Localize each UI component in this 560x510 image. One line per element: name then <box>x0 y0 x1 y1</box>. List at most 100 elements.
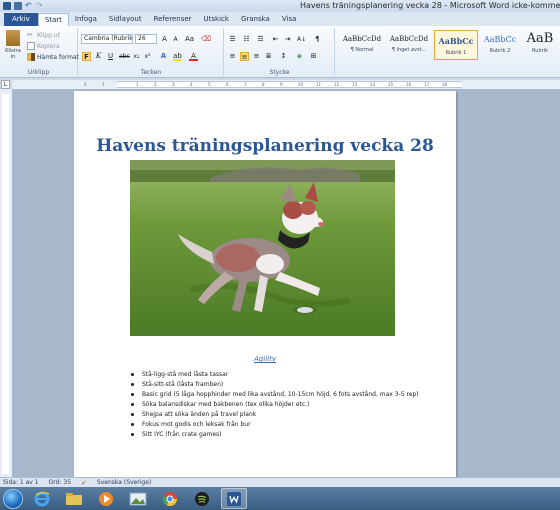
style-title[interactable]: AaB Rubrik <box>520 30 560 60</box>
text-effects-icon[interactable]: A <box>159 52 168 61</box>
media-player-glyph <box>99 491 113 506</box>
list-item[interactable]: Shejpa att söka änden på travel plank <box>131 410 419 420</box>
dog-photo-image <box>130 160 395 336</box>
section-heading[interactable]: Agility <box>74 355 456 363</box>
style-heading-1-preview: AaBbCc <box>438 36 474 46</box>
internet-explorer-glyph <box>34 491 50 506</box>
style-heading-1[interactable]: AaBbCc Rubrik 1 <box>434 30 478 60</box>
style-no-spacing[interactable]: AaBbCcDd ¶ Inget avst... <box>387 30 431 60</box>
italic-icon[interactable]: K <box>94 52 103 61</box>
save-icon[interactable] <box>14 2 22 10</box>
photos-icon[interactable] <box>125 488 151 509</box>
horizontal-ruler[interactable]: 2 1 1 2 3 4 5 6 7 8 9 10 11 12 13 14 15 … <box>12 80 560 89</box>
spotify-icon[interactable] <box>189 488 215 509</box>
proofing-icon[interactable]: ✓ <box>81 479 87 487</box>
tab-home[interactable]: Start <box>37 13 69 26</box>
shading-icon[interactable]: ◈ <box>295 52 304 61</box>
ruler-mark: 5 <box>208 82 211 87</box>
ruler-mark: 8 <box>262 82 265 87</box>
subscript-icon[interactable]: x₂ <box>132 52 141 61</box>
cut-button[interactable]: ✂ Klipp ut <box>27 31 60 39</box>
media-player-icon[interactable] <box>93 488 119 509</box>
bold-icon[interactable]: F <box>82 52 91 61</box>
list-item[interactable]: Basic grid (5 låga hopphinder med lika a… <box>131 390 419 400</box>
font-color-icon[interactable]: A <box>189 52 198 61</box>
start-button[interactable] <box>3 488 23 509</box>
redo-icon[interactable]: ↷ <box>36 2 44 10</box>
multilevel-icon[interactable]: ☲ <box>256 35 265 44</box>
pilcrow-icon[interactable]: ¶ <box>313 35 322 44</box>
style-no-spacing-name: ¶ Inget avst... <box>391 47 427 53</box>
increase-indent-icon[interactable]: ⇥ <box>283 35 292 44</box>
align-right-icon[interactable]: ≡ <box>252 52 261 61</box>
list-item[interactable]: Söka balansdiskar med bakbenen (tex olik… <box>131 400 419 410</box>
file-explorer-icon[interactable] <box>61 488 87 509</box>
justify-icon[interactable]: ≣ <box>264 52 273 61</box>
bullets-icon[interactable]: ☰ <box>228 35 237 44</box>
ruler-mark: 7 <box>244 82 247 87</box>
copy-button[interactable]: Kopiera <box>27 42 60 50</box>
document-title[interactable]: Havens träningsplanering vecka 28 <box>74 136 456 156</box>
chrome-icon[interactable] <box>157 488 183 509</box>
tab-selector[interactable]: L <box>1 80 10 89</box>
paste-button[interactable]: Klistra in <box>3 30 23 60</box>
list-item[interactable]: Stå-sitt-stå (låsta framben) <box>131 380 419 390</box>
tab-file[interactable]: Arkiv <box>4 13 38 26</box>
shrink-font-icon[interactable]: A <box>171 35 180 44</box>
tab-mailings[interactable]: Utskick <box>198 13 235 26</box>
strikethrough-icon[interactable]: abc <box>119 52 130 61</box>
numbering-icon[interactable]: ☷ <box>242 35 251 44</box>
style-heading-1-name: Rubrik 1 <box>445 50 467 56</box>
dog-photo[interactable] <box>130 160 395 336</box>
word-count[interactable]: Ord: 35 <box>49 479 71 486</box>
style-normal[interactable]: AaBbCcDd ¶ Normal <box>340 30 384 60</box>
highlight-icon[interactable]: ab <box>173 52 182 61</box>
undo-icon[interactable]: ↶ <box>25 2 33 10</box>
bullet-icon <box>131 383 134 386</box>
tab-view[interactable]: Visa <box>276 13 303 26</box>
page-count[interactable]: Sida: 1 av 1 <box>3 479 39 486</box>
superscript-icon[interactable]: x² <box>143 52 152 61</box>
paragraph-group: ☰ ☷ ☲ ⇤ ⇥ A↓ ¶ ≡ ≡ ≡ ≣ ↕ ◈ ⊞ Stycke <box>225 28 335 76</box>
bullet-list: Stå-ligg-stå med låsta tassar Stå-sitt-s… <box>131 370 419 440</box>
ribbon: Klistra in ✂ Klipp ut Kopiera Hämta form… <box>0 26 560 78</box>
line-spacing-icon[interactable]: ↕ <box>279 52 288 61</box>
clear-format-icon[interactable]: ⌫ <box>201 35 211 44</box>
sort-icon[interactable]: A↓ <box>297 35 306 44</box>
tab-references[interactable]: Referenser <box>148 13 198 26</box>
align-center-icon[interactable]: ≡ <box>240 52 249 61</box>
underline-icon[interactable]: U <box>106 52 115 61</box>
list-item[interactable]: Fokus mot godis och leksak från bur <box>131 420 419 430</box>
style-heading-2[interactable]: AaBbCc Rubrik 2 <box>478 30 522 60</box>
change-case-icon[interactable]: Aa <box>185 35 194 44</box>
tab-insert[interactable]: Infoga <box>69 13 103 26</box>
internet-explorer-icon[interactable] <box>29 488 55 509</box>
ruler-mark: 2 <box>154 82 157 87</box>
bullet-icon <box>131 413 134 416</box>
font-name-select[interactable]: Cambria (Rubrik <box>81 34 133 44</box>
ruler-mark: 4 <box>190 82 193 87</box>
format-painter-button[interactable]: Hämta format <box>27 53 79 61</box>
spotify-glyph <box>195 491 209 506</box>
list-item[interactable]: Stå-ligg-stå med låsta tassar <box>131 370 419 380</box>
align-left-icon[interactable]: ≡ <box>228 52 237 61</box>
taskbar <box>0 487 560 510</box>
language-indicator[interactable]: Svenska (Sverige) <box>97 479 151 486</box>
tab-page-layout[interactable]: Sidlayout <box>103 13 148 26</box>
decrease-indent-icon[interactable]: ⇤ <box>271 35 280 44</box>
tab-review[interactable]: Granska <box>235 13 276 26</box>
ribbon-tabs: Arkiv Start Infoga Sidlayout Referenser … <box>0 12 560 26</box>
list-item-text: Shejpa att söka änden på travel plank <box>142 411 257 418</box>
ruler-mark: 1 <box>136 82 139 87</box>
brush-icon <box>27 53 35 61</box>
document-page[interactable]: Havens träningsplanering vecka 28 Agilit… <box>74 91 456 477</box>
borders-icon[interactable]: ⊞ <box>309 52 318 61</box>
word-app-icon[interactable] <box>3 2 11 10</box>
vertical-ruler[interactable] <box>0 89 12 477</box>
list-item[interactable]: Sitt IYC (från crate games) <box>131 430 419 440</box>
document-area[interactable]: Havens träningsplanering vecka 28 Agilit… <box>12 89 560 477</box>
grow-font-icon[interactable]: A <box>160 35 169 44</box>
word-taskbar-icon[interactable] <box>221 488 247 509</box>
font-size-select[interactable]: 26 <box>135 34 157 44</box>
paragraph-group-label: Stycke <box>269 69 290 76</box>
